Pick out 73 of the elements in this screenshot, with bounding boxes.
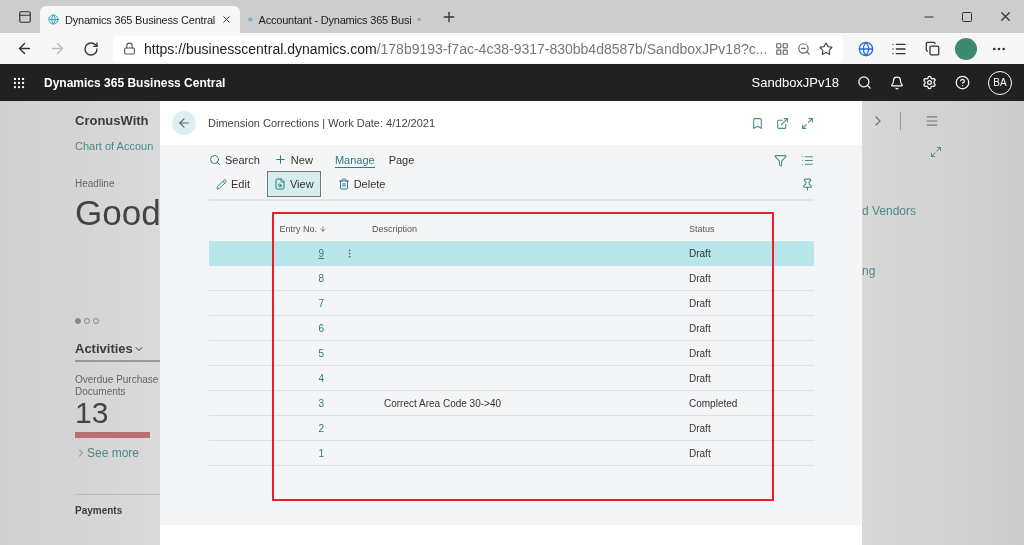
avatar-icon[interactable] — [955, 37, 978, 60]
entry-number-link[interactable]: 2 — [318, 422, 324, 434]
browser-tab[interactable]: Dynamics 365 Business Central — [40, 6, 240, 33]
list-icon[interactable] — [801, 153, 814, 167]
menu-tab[interactable]: Manage — [334, 152, 375, 168]
back-button[interactable] — [172, 111, 196, 135]
action-button[interactable]: View — [266, 171, 321, 197]
column-header[interactable]: Status — [689, 201, 814, 241]
back-arrow-icon — [177, 116, 191, 130]
plus-icon — [273, 153, 287, 166]
menu-icon[interactable] — [925, 114, 939, 128]
table-cell: Draft — [689, 241, 814, 266]
menu-button[interactable]: New — [273, 152, 313, 168]
tab-actions-icon[interactable] — [18, 9, 32, 24]
open-new-window-icon[interactable] — [776, 116, 789, 130]
grid-icon[interactable] — [775, 41, 790, 56]
entry-number-link[interactable]: 6 — [318, 322, 324, 334]
carousel-dot[interactable] — [75, 318, 81, 324]
table-cell: Draft — [689, 316, 814, 341]
table-cell: Completed — [689, 391, 814, 416]
browser-tab[interactable]: Accountant - Dynamics 365 Busi — [240, 6, 430, 33]
menu-button[interactable]: Search — [209, 152, 260, 168]
filter-icon[interactable] — [774, 153, 787, 167]
close-icon[interactable] — [221, 13, 232, 26]
bookmark-icon[interactable] — [751, 116, 764, 130]
bell-icon[interactable] — [890, 75, 904, 90]
dialog-title: Dimension Corrections | Work Date: 4/12/2021 — [208, 117, 437, 129]
table-cell: Draft — [689, 416, 814, 441]
environment-name: SandboxJPv18 — [751, 75, 839, 90]
table-cell: Draft — [689, 291, 814, 316]
menu-tab[interactable]: Page — [388, 152, 415, 168]
table-cell: Correct Area Code 30->40 — [372, 391, 689, 416]
collections-icon[interactable] — [925, 41, 941, 56]
tile-label: Overdue Purchase Documents — [75, 374, 160, 398]
entry-number-link[interactable]: 5 — [318, 347, 324, 359]
table-cell: Draft — [689, 266, 814, 291]
entry-number-link[interactable]: 9 — [318, 247, 324, 259]
activities-label: Activities — [75, 341, 133, 356]
maximize-icon[interactable] — [961, 10, 973, 23]
star-icon[interactable] — [819, 41, 834, 56]
pencil-icon — [216, 178, 227, 190]
sort-arrow-icon — [319, 225, 327, 233]
tile-value[interactable]: 13 — [75, 398, 160, 428]
action-button[interactable]: Edit — [209, 171, 257, 197]
settings-icon[interactable] — [922, 75, 937, 90]
headline-text: Good — [75, 193, 160, 233]
pin-icon[interactable] — [801, 177, 814, 191]
app-title: Dynamics 365 Business Central — [44, 75, 227, 90]
column-header[interactable]: Entry No. — [209, 201, 327, 241]
file-search-icon — [273, 178, 286, 190]
column-header[interactable]: Description — [372, 201, 689, 241]
entry-number-link[interactable]: 7 — [318, 297, 324, 309]
app-launcher-icon[interactable] — [12, 75, 26, 90]
expand-icon[interactable] — [930, 146, 942, 158]
search-icon[interactable] — [857, 75, 872, 90]
entry-number-link[interactable]: 3 — [318, 397, 324, 409]
table-cell: Draft — [689, 366, 814, 391]
table-cell: Draft — [689, 341, 814, 366]
headline-label: Headline — [75, 178, 116, 189]
table-cell: Draft — [689, 441, 814, 466]
lock-icon — [123, 42, 136, 55]
trash-icon — [337, 178, 350, 190]
address-bar[interactable]: https://businesscentral.dynamics.com/178b9193-f7ac-4c38-9317-830bb4d8587b/SandboxJPv18?c... — [113, 35, 844, 62]
search-icon — [209, 153, 221, 166]
zoom-out-icon[interactable] — [797, 41, 812, 56]
company-name: CronusWith — [75, 113, 150, 128]
entry-number-link[interactable]: 8 — [318, 272, 324, 284]
help-icon[interactable] — [955, 75, 970, 90]
expand-icon[interactable] — [801, 116, 814, 130]
entry-number-link[interactable]: 1 — [318, 447, 324, 459]
reload-icon[interactable] — [83, 40, 100, 57]
entry-number-link[interactable]: 4 — [318, 372, 324, 384]
action-button[interactable]: Delete — [330, 171, 393, 197]
